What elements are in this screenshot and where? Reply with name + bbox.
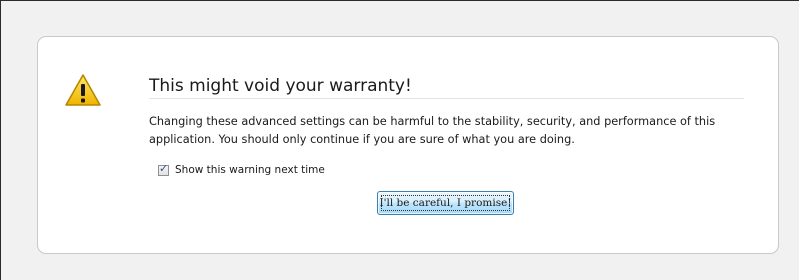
dialog-title: This might void your warranty! [149, 75, 744, 99]
show-warning-checkbox-row[interactable]: ✓ Show this warning next time [158, 161, 325, 177]
checkmark-icon: ✓ [159, 161, 169, 175]
show-warning-checkbox[interactable]: ✓ [158, 161, 169, 176]
warning-panel: This might void your warranty! Changing … [37, 36, 779, 254]
warning-message: Changing these advanced settings can be … [149, 115, 716, 146]
confirm-button-label: I'll be careful, I promise! [379, 197, 512, 209]
show-warning-label[interactable]: Show this warning next time [175, 163, 325, 177]
confirm-careful-button[interactable]: I'll be careful, I promise! [377, 191, 514, 215]
warning-icon [64, 73, 102, 107]
